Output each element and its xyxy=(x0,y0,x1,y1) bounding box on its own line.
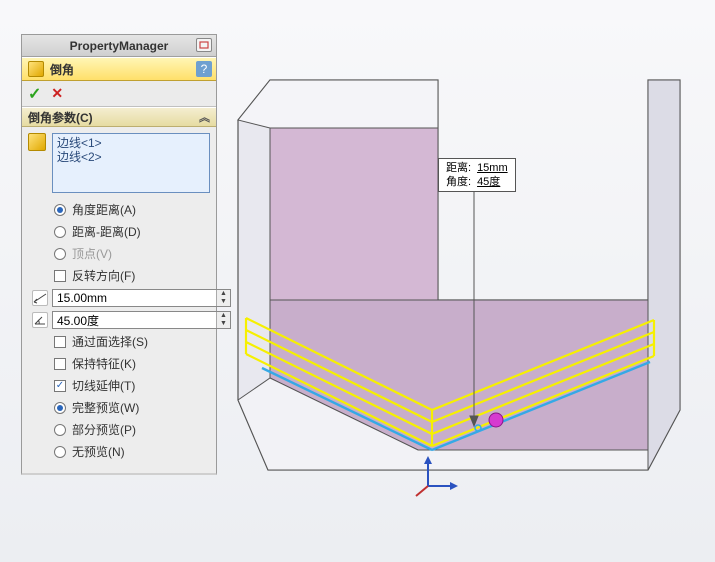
section-title: 倒角参数(C) xyxy=(28,109,93,126)
checkbox-icon xyxy=(54,270,66,282)
radio-icon xyxy=(54,402,66,414)
pm-titlebar: PropertyManager xyxy=(22,35,216,57)
ok-button[interactable]: ✓ xyxy=(28,84,41,104)
chevron-up-icon: ︽ xyxy=(199,109,210,125)
chamfer-callout[interactable]: 距离: 15mm 角度: 45度 xyxy=(438,158,516,192)
check-tangent-ext[interactable]: ✓ 切线延伸(T) xyxy=(54,377,210,394)
radio-full-preview[interactable]: 完整预览(W) xyxy=(54,399,210,416)
distance-icon xyxy=(32,290,48,306)
callout-angle-label: 角度: xyxy=(443,175,474,189)
radio-partial-preview[interactable]: 部分预览(P) xyxy=(54,421,210,438)
callout-distance-value[interactable]: 15mm xyxy=(474,161,511,175)
radio-vertex[interactable]: 顶点(V) xyxy=(54,245,210,262)
radio-icon xyxy=(54,204,66,216)
checkbox-icon: ✓ xyxy=(54,380,66,392)
radio-angle-distance[interactable]: 角度距离(A) xyxy=(54,201,210,218)
list-item[interactable]: 边线<2> xyxy=(57,150,205,164)
checkbox-icon xyxy=(54,336,66,348)
property-manager-panel: PropertyManager 倒角 ? ✓ ✕ 倒角参数(C) ︽ 边线<1>… xyxy=(21,34,217,475)
check-keep-feature[interactable]: 保持特征(K) xyxy=(54,355,210,372)
radio-no-preview[interactable]: 无预览(N) xyxy=(54,443,210,460)
angle-field[interactable] xyxy=(53,312,216,328)
callout-distance-label: 距离: xyxy=(443,161,474,175)
angle-icon xyxy=(32,312,48,328)
check-reverse[interactable]: 反转方向(F) xyxy=(54,267,210,284)
section-header[interactable]: 倒角参数(C) ︽ xyxy=(22,107,216,127)
check-face-select[interactable]: 通过面选择(S) xyxy=(54,333,210,350)
viewport[interactable]: 距离: 15mm 角度: 45度 PropertyManager 倒角 ? xyxy=(0,0,715,562)
edge-selection-icon xyxy=(28,133,46,151)
feature-title: 倒角 xyxy=(50,61,74,78)
section-body: 边线<1> 边线<2> 角度距离(A) 距离-距离(D) 顶点(V) 反转方向(… xyxy=(22,127,216,473)
help-button[interactable]: ? xyxy=(196,61,212,77)
pin-icon[interactable] xyxy=(196,38,212,52)
feature-title-bar: 倒角 ? xyxy=(22,57,216,81)
pm-title: PropertyManager xyxy=(70,39,169,53)
callout-angle-value[interactable]: 45度 xyxy=(474,175,511,189)
radio-icon xyxy=(54,226,66,238)
angle-input[interactable]: ▲▼ xyxy=(52,311,231,329)
checkbox-icon xyxy=(54,358,66,370)
distance-field[interactable] xyxy=(53,290,216,306)
spinner-buttons[interactable]: ▲▼ xyxy=(216,290,230,306)
cancel-button[interactable]: ✕ xyxy=(51,85,63,102)
list-item[interactable]: 边线<1> xyxy=(57,136,205,150)
radio-icon xyxy=(54,424,66,436)
radio-icon xyxy=(54,248,66,260)
spinner-buttons[interactable]: ▲▼ xyxy=(216,312,230,328)
chamfer-feature-icon xyxy=(28,61,44,77)
edge-selection-list[interactable]: 边线<1> 边线<2> xyxy=(52,133,210,193)
radio-distance-distance[interactable]: 距离-距离(D) xyxy=(54,223,210,240)
radio-icon xyxy=(54,446,66,458)
origin-triad[interactable] xyxy=(416,456,458,498)
confirm-bar: ✓ ✕ xyxy=(22,81,216,107)
distance-input[interactable]: ▲▼ xyxy=(52,289,231,307)
